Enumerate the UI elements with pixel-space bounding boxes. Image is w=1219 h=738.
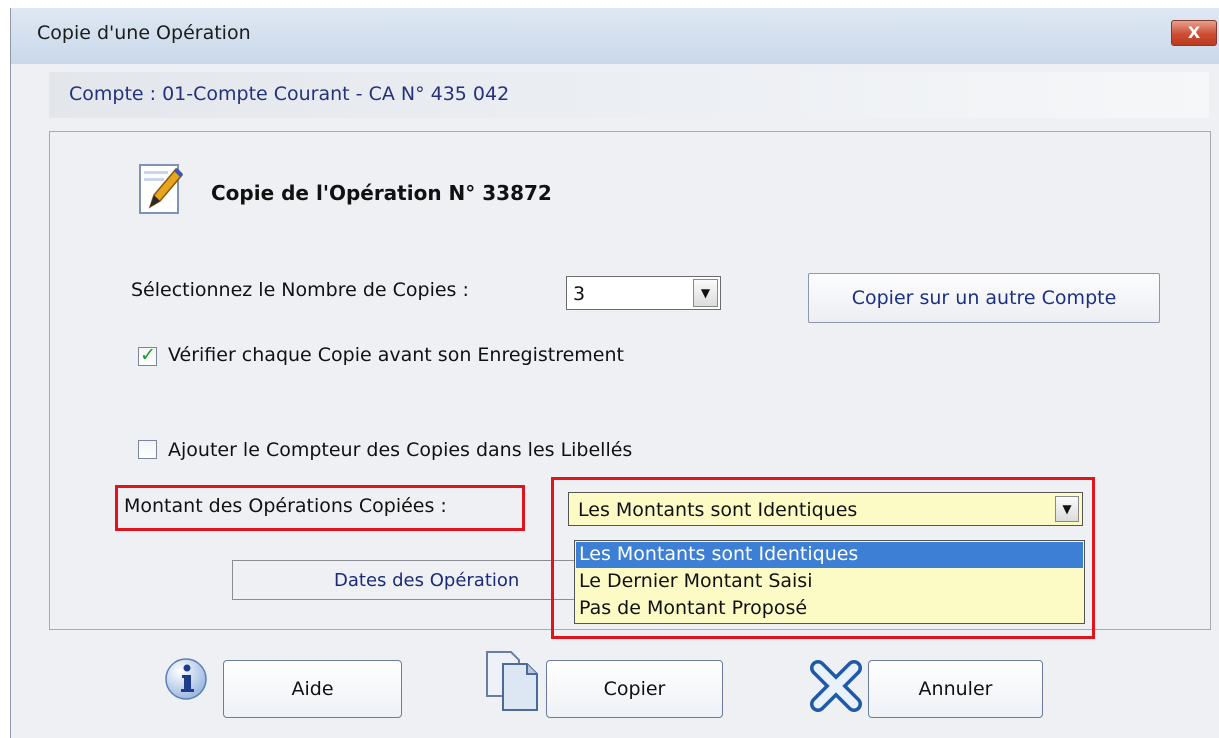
amount-option[interactable]: Les Montants sont Identiques	[576, 542, 1083, 568]
info-icon	[165, 658, 207, 700]
document-pen-icon	[139, 164, 184, 214]
chevron-down-icon[interactable]: ▼	[693, 279, 718, 307]
window-title: Copie d'une Opération	[37, 22, 251, 44]
counter-label: Ajouter le Compteur des Copies dans les …	[168, 439, 633, 461]
checkmark-icon: ✓	[140, 344, 156, 366]
operation-dates-button[interactable]: Dates des Opération	[232, 560, 577, 600]
copy-button[interactable]: Copier	[546, 660, 723, 718]
copies-count-label: Sélectionnez le Nombre de Copies :	[131, 279, 469, 301]
chevron-down-icon[interactable]: ▼	[1055, 496, 1079, 522]
operation-dates-label: Dates des Opération	[334, 570, 520, 591]
verify-label: Vérifier chaque Copie avant son Enregist…	[168, 344, 624, 366]
dialog-window: Copie d'une Opération X Compte : 01-Comp…	[10, 8, 1219, 738]
amount-select[interactable]: Les Montants sont Identiques ▼	[568, 492, 1083, 526]
cancel-x-icon	[810, 660, 862, 712]
counter-checkbox[interactable]	[138, 440, 157, 459]
amount-label: Montant des Opérations Copiées :	[124, 495, 447, 517]
account-bar: Compte : 01-Compte Courant - CA N° 435 0…	[49, 72, 1209, 118]
close-button[interactable]: X	[1171, 20, 1217, 46]
amount-option[interactable]: Pas de Montant Proposé	[576, 596, 1083, 622]
verify-checkbox[interactable]: ✓	[138, 344, 157, 366]
copies-count-select[interactable]: 3 ▼	[566, 276, 721, 310]
title-bar[interactable]: Copie d'une Opération X	[11, 8, 1219, 64]
amount-selected-value: Les Montants sont Identiques	[578, 499, 858, 521]
copy-icon	[486, 651, 538, 711]
copy-to-other-account-button[interactable]: Copier sur un autre Compte	[808, 273, 1160, 323]
help-button[interactable]: Aide	[223, 660, 402, 718]
copies-count-value: 3	[573, 283, 586, 305]
operation-title: Copie de l'Opération N° 33872	[211, 181, 552, 205]
amount-option[interactable]: Le Dernier Montant Saisi	[576, 569, 1083, 595]
account-label: Compte : 01-Compte Courant - CA N° 435 0…	[69, 83, 510, 105]
amount-dropdown-list: Les Montants sont Identiques Le Dernier …	[574, 540, 1085, 624]
cancel-button[interactable]: Annuler	[868, 660, 1043, 718]
